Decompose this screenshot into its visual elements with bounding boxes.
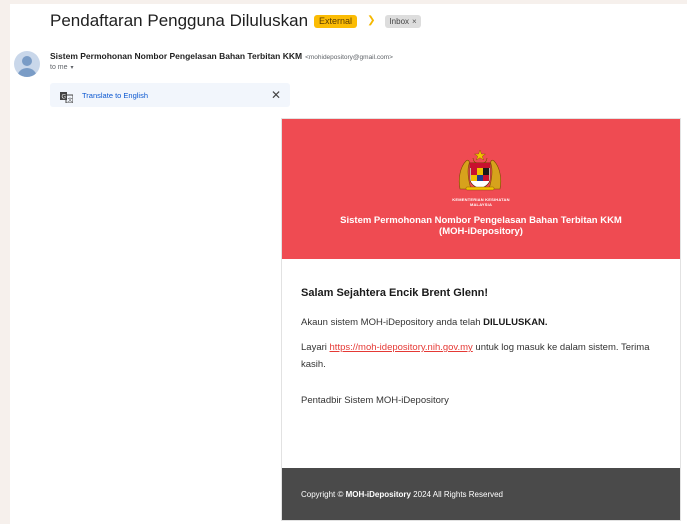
chevron-down-icon[interactable]: ▾: [71, 64, 74, 71]
translate-link[interactable]: Translate to English: [82, 91, 148, 100]
copyright-brand: MOH-iDepository: [345, 489, 411, 499]
important-marker-icon[interactable]: ❯: [367, 16, 375, 26]
copyright-prefix: Copyright ©: [301, 489, 344, 499]
signature: Pentadbir Sistem MOH-iDepository: [301, 395, 449, 406]
approval-status: DILULUSKAN.: [483, 317, 548, 328]
top-margin: [0, 0, 687, 4]
inbox-label[interactable]: Inbox ×: [385, 14, 421, 28]
close-icon[interactable]: ✕: [271, 88, 281, 102]
login-prefix: Layari: [301, 342, 327, 353]
system-link[interactable]: https://moh-idepository.nih.gov.my: [330, 342, 473, 353]
email-view: Pendaftaran Pengguna Diluluskan External…: [0, 0, 687, 524]
approval-message: Akaun sistem MOH-iDepository anda telah …: [301, 317, 671, 328]
copyright-suffix: 2024 All Rights Reserved: [413, 489, 503, 499]
translate-icon: G 文: [60, 90, 74, 103]
inbox-label-text: Inbox: [389, 16, 410, 26]
ministry-name: KEMENTERIAN KESIHATAN MALAYSIA: [282, 197, 680, 207]
recipient-text: to me: [50, 64, 68, 71]
login-instruction: Layari https://moh-idepository.nih.gov.m…: [301, 339, 673, 373]
greeting-heading: Salam Sejahtera Encik Brent Glenn!: [301, 287, 489, 299]
card-title-line-1: Sistem Permohonan Nombor Pengelasan Baha…: [340, 215, 622, 226]
email-card: KEMENTERIAN KESIHATAN MALAYSIA Sistem Pe…: [281, 118, 681, 521]
subject-row: Pendaftaran Pengguna Diluluskan External…: [50, 10, 421, 32]
remove-label-icon[interactable]: ×: [412, 16, 417, 27]
email-subject: Pendaftaran Pengguna Diluluskan: [50, 11, 309, 30]
card-footer: Copyright © MOH-iDepository 2024 All Rig…: [282, 468, 680, 520]
translate-bar: G 文 Translate to English ✕: [50, 83, 290, 107]
sender-name[interactable]: Sistem Permohonan Nombor Pengelasan Baha…: [50, 51, 302, 61]
avatar-icon[interactable]: [14, 51, 40, 77]
crest-icon: [458, 149, 502, 191]
sender-row: Sistem Permohonan Nombor Pengelasan Baha…: [50, 51, 393, 61]
ministry-line-2: MALAYSIA: [469, 202, 493, 207]
svg-text:文: 文: [68, 96, 73, 103]
external-label: External: [314, 14, 358, 28]
left-margin: [0, 0, 10, 524]
sender-email: <mohidepository@gmail.com>: [305, 54, 393, 61]
card-title: Sistem Permohonan Nombor Pengelasan Baha…: [282, 215, 680, 237]
recipient-row[interactable]: to me ▾: [50, 64, 74, 71]
approval-text: Akaun sistem MOH-iDepository anda telah: [301, 317, 481, 328]
card-title-line-2: (MOH-iDepository): [439, 226, 523, 237]
card-header: KEMENTERIAN KESIHATAN MALAYSIA Sistem Pe…: [282, 119, 680, 259]
